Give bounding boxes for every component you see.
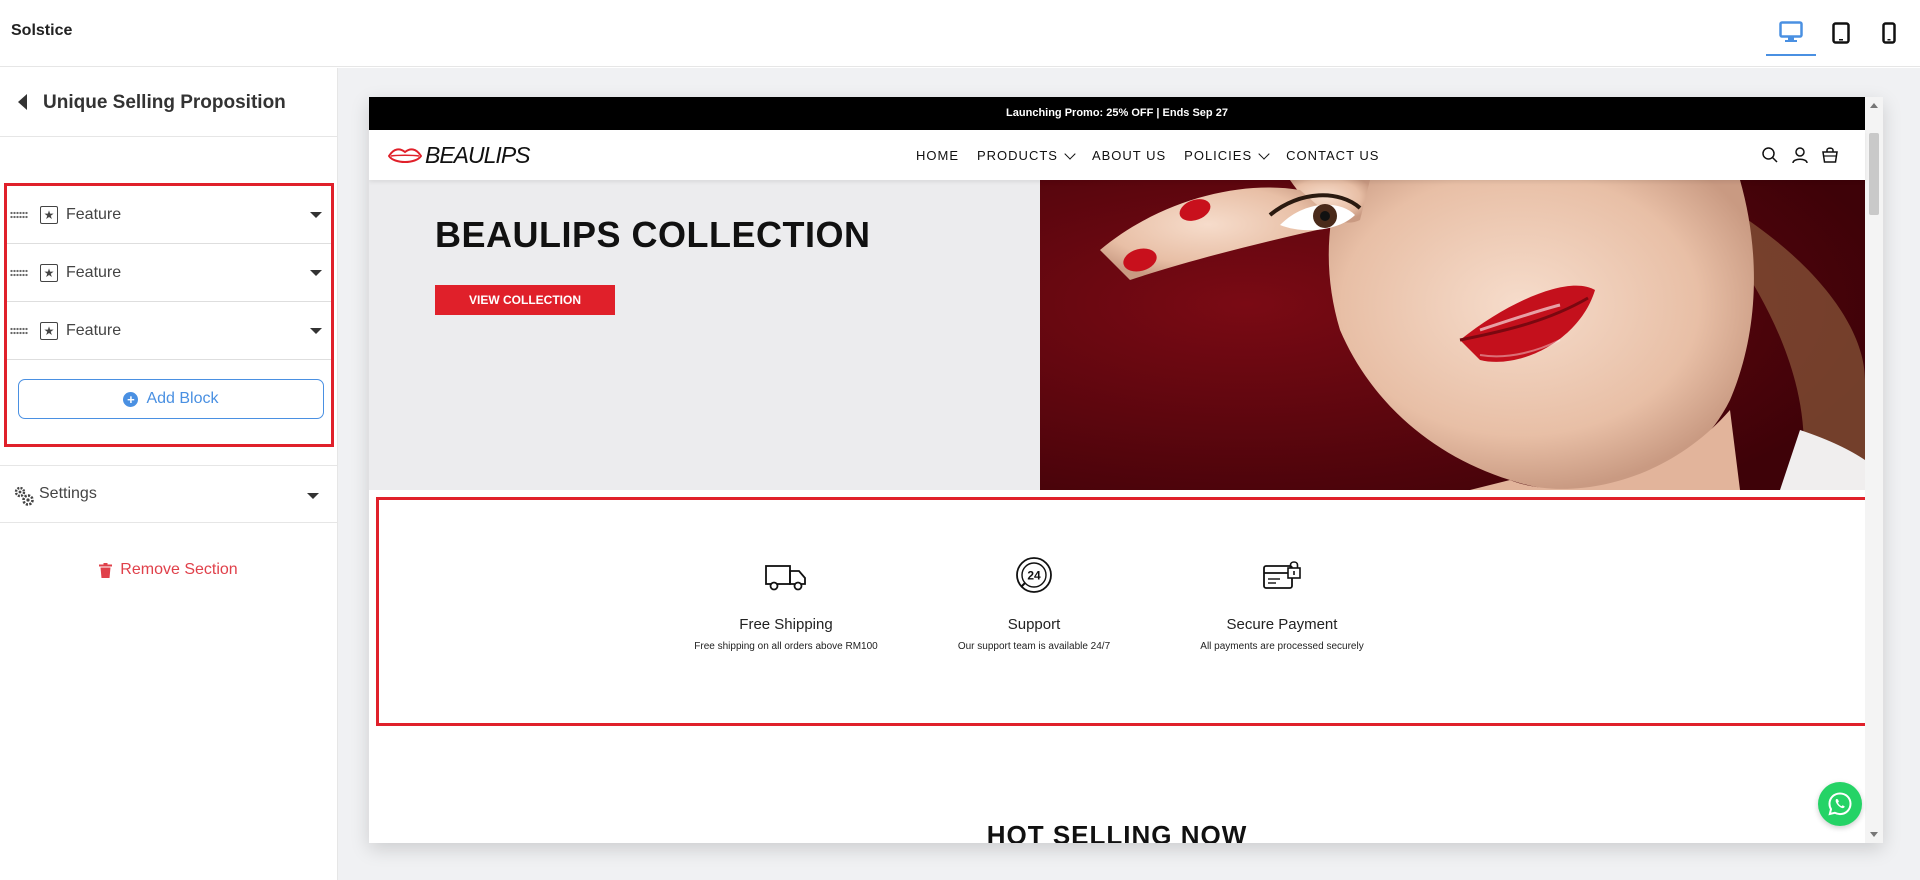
nav-links: HOME PRODUCTS ABOUT US POLICIES CONTACT … [916, 147, 1397, 163]
scroll-down-icon[interactable] [1870, 832, 1878, 837]
support-24-icon: 24 [1016, 557, 1052, 593]
back-arrow-icon[interactable] [16, 92, 30, 112]
add-block-label: Add Block [146, 390, 219, 407]
nav-item-home[interactable]: HOME [916, 148, 959, 163]
block-item-feature[interactable]: ★ Feature [7, 186, 331, 244]
next-section-title: HOT SELLING NOW [986, 820, 1248, 843]
feature-support: 24 Support Our support team is available… [914, 554, 1154, 652]
remove-section-button[interactable]: Remove Section [0, 561, 337, 579]
promo-bar: Launching Promo: 25% OFF | Ends Sep 27 [369, 97, 1865, 130]
secure-card-icon [1263, 561, 1301, 589]
usp-section[interactable]: Free Shipping Free shipping on all order… [376, 497, 1883, 726]
trash-icon [99, 562, 113, 578]
svg-text:24: 24 [1027, 569, 1041, 583]
feature-secure-payment: Secure Payment All payments are processe… [1162, 554, 1402, 652]
feature-free-shipping: Free Shipping Free shipping on all order… [666, 554, 906, 652]
tablet-icon [1832, 22, 1850, 44]
mobile-icon [1882, 22, 1896, 44]
feature-description: Our support team is available 24/7 [957, 641, 1111, 652]
star-box-icon: ★ [40, 264, 58, 282]
nav-item-contact-us[interactable]: CONTACT US [1286, 148, 1379, 163]
nav-label: HOME [916, 148, 959, 163]
top-bar: Solstice [0, 0, 1920, 67]
editor-sidebar: Unique Selling Proposition ★ Feature ★ F… [0, 68, 338, 880]
nav-item-policies[interactable]: POLICIES [1184, 147, 1270, 163]
cart-icon[interactable] [1821, 146, 1839, 164]
drag-handle-icon[interactable] [10, 211, 28, 219]
preview-scrollbar[interactable] [1865, 97, 1883, 843]
settings-label: Settings [39, 485, 97, 502]
logo-text: BEAULIPS [425, 142, 530, 168]
caret-down-icon[interactable] [310, 328, 322, 334]
star-box-icon: ★ [40, 206, 58, 224]
nav-item-products[interactable]: PRODUCTS [977, 147, 1076, 163]
hero-banner: BEAULIPS COLLECTION VIEW COLLECTION [369, 180, 1865, 490]
sidebar-header: Unique Selling Proposition [0, 68, 337, 137]
section-title: Unique Selling Proposition [43, 92, 286, 113]
store-preview-frame: Launching Promo: 25% OFF | Ends Sep 27 B… [369, 97, 1883, 843]
block-label: Feature [66, 322, 122, 339]
remove-section-label: Remove Section [120, 561, 238, 578]
view-collection-button[interactable]: VIEW COLLECTION [435, 285, 615, 315]
feature-title: Free Shipping [739, 616, 833, 633]
add-block-button[interactable]: + Add Block [18, 379, 324, 419]
feature-title: Support [1007, 616, 1061, 633]
hero-title: BEAULIPS COLLECTION [435, 214, 871, 255]
store-logo[interactable]: BEAULIPS [388, 142, 530, 169]
nav-icons [1761, 146, 1839, 164]
search-icon[interactable] [1761, 146, 1779, 164]
caret-down-icon[interactable] [310, 270, 322, 276]
chevron-down-icon [1064, 147, 1076, 160]
scroll-thumb[interactable] [1869, 133, 1879, 215]
mobile-view-button[interactable] [1864, 10, 1914, 56]
settings-row[interactable]: Settings [0, 465, 337, 523]
chevron-down-icon [1258, 147, 1270, 160]
scroll-up-icon[interactable] [1870, 103, 1878, 108]
desktop-icon [1779, 21, 1803, 42]
truck-icon [765, 565, 806, 591]
store-navbar: BEAULIPS HOME PRODUCTS ABOUT US POLICIES… [369, 130, 1865, 180]
tablet-view-button[interactable] [1816, 10, 1866, 56]
feature-description: Free shipping on all orders above RM100 [694, 641, 878, 652]
nav-label: ABOUT US [1091, 148, 1167, 163]
blocks-list: ★ Feature ★ Feature ★ Feature + Add Bloc… [4, 183, 334, 447]
nav-label: CONTACT US [1286, 148, 1380, 163]
hero-model-image [1040, 180, 1865, 490]
block-item-feature[interactable]: ★ Feature [7, 244, 331, 302]
drag-handle-icon[interactable] [10, 327, 28, 335]
nav-label: PRODUCTS [977, 148, 1058, 163]
gears-icon [14, 486, 34, 506]
feature-title: Secure Payment [1226, 616, 1338, 633]
nav-label: POLICIES [1184, 148, 1253, 163]
whatsapp-icon [1828, 792, 1852, 816]
account-icon[interactable] [1791, 146, 1809, 164]
block-item-feature[interactable]: ★ Feature [7, 302, 331, 360]
lips-logo-icon [388, 147, 422, 163]
block-label: Feature [66, 206, 122, 223]
app-title: Solstice [11, 22, 73, 39]
star-box-icon: ★ [40, 322, 58, 340]
plus-circle-icon: + [123, 391, 139, 407]
drag-handle-icon[interactable] [10, 269, 28, 277]
caret-down-icon[interactable] [310, 212, 322, 218]
feature-description: All payments are processed securely [1200, 641, 1364, 652]
caret-down-icon[interactable] [307, 493, 319, 499]
desktop-view-button[interactable] [1766, 10, 1816, 56]
block-label: Feature [66, 264, 122, 281]
nav-item-about-us[interactable]: ABOUT US [1092, 148, 1166, 163]
whatsapp-button[interactable] [1818, 782, 1862, 826]
